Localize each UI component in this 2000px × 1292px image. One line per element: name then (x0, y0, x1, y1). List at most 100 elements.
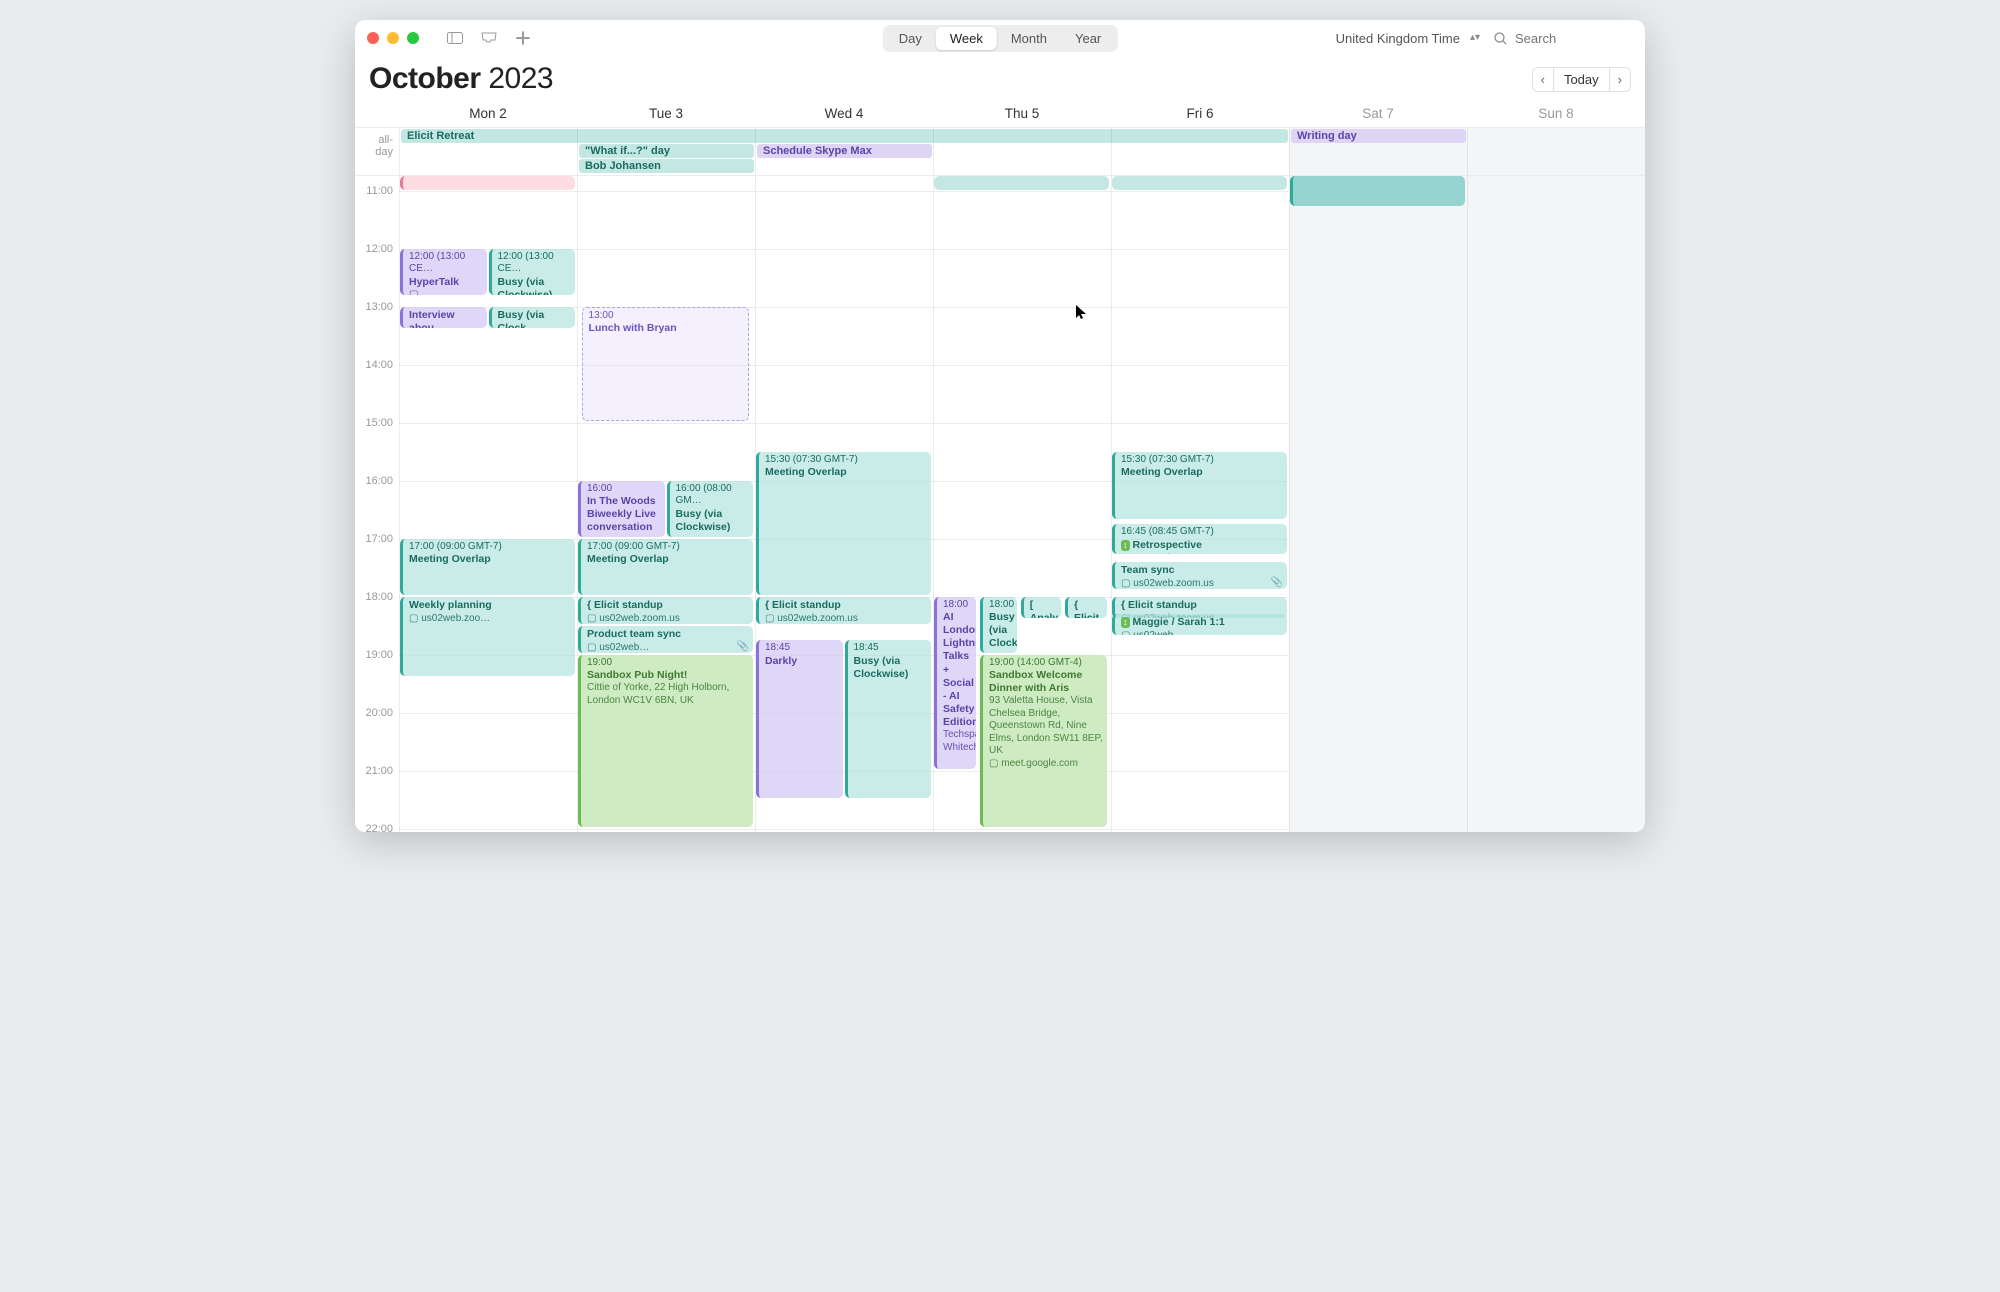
hour-label: 19:00 (365, 649, 393, 661)
allday-column[interactable] (1467, 128, 1645, 175)
allday-column[interactable] (933, 128, 1111, 175)
hour-label: 16:00 (365, 475, 393, 487)
event[interactable] (1290, 176, 1465, 206)
search-field[interactable] (1494, 30, 1633, 47)
event[interactable]: 16:45 (08:45 GMT-7)↕Retrospective ▢ us02… (1112, 524, 1287, 554)
day-header: Tue 3 (577, 100, 755, 127)
minimize-icon[interactable] (387, 32, 399, 44)
search-icon (1494, 32, 1507, 45)
event[interactable]: 13:00Lunch with Bryan (582, 307, 750, 421)
day-column[interactable]: 18:00AI London Lightning Talks + Social … (933, 176, 1111, 832)
allday-section: all-dayElicit Retreat"What if...?" dayBo… (355, 128, 1645, 176)
day-column[interactable]: 15:30 (07:30 GMT-7)Meeting Overlap 16:45 … (1111, 176, 1289, 832)
today-button[interactable]: Today (1554, 68, 1609, 91)
allday-event[interactable]: Bob Johansen (579, 159, 754, 173)
allday-label: all-day (355, 128, 399, 175)
event[interactable] (934, 176, 1109, 190)
allday-event[interactable]: Schedule Skype Max (757, 144, 932, 158)
month-year-label: October 2023 (369, 62, 553, 96)
date-nav: ‹ Today › (1532, 67, 1631, 92)
day-header: Mon 2 (399, 100, 577, 127)
hour-label: 15:00 (365, 417, 393, 429)
event[interactable]: 18:00Busy (via Clockwise) (980, 597, 1017, 653)
event[interactable]: ↕Maggie / Sarah 1:1 ▢ us02web.… (1112, 614, 1287, 635)
event[interactable]: [ Analy… (1021, 597, 1061, 618)
event[interactable]: 17:00 (09:00 GMT-7)Meeting Overlap (400, 539, 575, 595)
event[interactable]: 15:30 (07:30 GMT-7)Meeting Overlap (1112, 452, 1287, 520)
close-icon[interactable] (367, 32, 379, 44)
day-header: Fri 6 (1111, 100, 1289, 127)
day-column[interactable]: 13:00Lunch with Bryan 16:00In The Woods B… (577, 176, 755, 832)
event[interactable]: 18:00AI London Lightning Talks + Social … (934, 597, 976, 769)
event[interactable]: 16:00 (08:00 GM…Busy (via Clockwise) (667, 481, 754, 537)
day-header: Sat 7 (1289, 100, 1467, 127)
view-day[interactable]: Day (885, 27, 936, 50)
allday-column[interactable]: Schedule Skype Max (755, 128, 933, 175)
event[interactable]: Weekly planning ▢ us02web.zoo… (400, 597, 575, 676)
view-month[interactable]: Month (997, 27, 1061, 50)
hour-label: 18:00 (365, 591, 393, 603)
allday-column[interactable]: "What if...?" dayBob Johansen (577, 128, 755, 175)
time-gutter: 11:00 12:00 13:00 14:00 15:00 16:00 17:00 18:00… (355, 176, 399, 832)
zoom-icon[interactable] (407, 32, 419, 44)
chevron-updown-icon: ▴▾ (1470, 35, 1480, 41)
hour-label: 17:00 (365, 533, 393, 545)
allday-event[interactable]: "What if...?" day (579, 144, 754, 158)
day-column[interactable]: 12:00 (13:00 CE…HyperTalk▢ meet.google.c… (399, 176, 577, 832)
event[interactable]: { Elicit standup ▢ us02web.zoom.us (578, 597, 753, 624)
event[interactable]: Interview abou… (400, 307, 487, 328)
plus-icon[interactable] (515, 31, 531, 45)
titlebar: Day Week Month Year United Kingdom Time … (355, 20, 1645, 56)
allday-column[interactable]: Elicit Retreat (399, 128, 577, 175)
hour-label: 20:00 (365, 707, 393, 719)
event[interactable]: 19:00 (14:00 GMT-4)Sandbox Welcome Dinne… (980, 655, 1107, 827)
toolbar-icons (447, 31, 531, 45)
hour-label: 13:00 (365, 301, 393, 313)
event[interactable] (400, 176, 575, 190)
day-column[interactable]: 15:30 (07:30 GMT-7)Meeting Overlap{ Elic… (755, 176, 933, 832)
event[interactable]: Product team sync ▢ us02web…📎 (578, 626, 753, 653)
day-headers: Mon 2Tue 3Wed 4Thu 5Fri 6Sat 7Sun 8 (355, 100, 1645, 128)
header: October 2023 ‹ Today › (355, 56, 1645, 100)
event[interactable]: 18:45Darkly (756, 640, 843, 798)
allday-event[interactable]: Writing day (1291, 129, 1466, 143)
search-input[interactable] (1513, 30, 1633, 47)
inbox-icon[interactable] (481, 31, 497, 45)
hour-label: 11:00 (366, 185, 393, 197)
day-column[interactable] (1289, 176, 1467, 832)
event[interactable]: 18:45Busy (via Clockwise) (845, 640, 932, 798)
sidebar-toggle-icon[interactable] (447, 31, 463, 45)
event[interactable]: { Elicit standup ▢ us02web.zoom.us (756, 597, 931, 624)
event[interactable]: 19:00Sandbox Pub Night!Cittie of Yorke, … (578, 655, 753, 827)
day-column[interactable] (1467, 176, 1645, 832)
grid-scroll: 11:00 12:00 13:00 14:00 15:00 16:00 17:00 18:00… (355, 176, 1645, 832)
timezone-label: United Kingdom Time (1336, 31, 1460, 46)
hour-label: 14:00 (365, 359, 393, 371)
view-week[interactable]: Week (936, 27, 997, 50)
event[interactable]: 12:00 (13:00 CE…Busy (via Clockwise)▢ me… (489, 249, 576, 295)
timezone-select[interactable]: United Kingdom Time ▴▾ (1336, 31, 1480, 46)
event[interactable]: { Elicit… (1065, 597, 1107, 618)
prev-week-button[interactable]: ‹ (1533, 68, 1553, 91)
event[interactable]: 15:30 (07:30 GMT-7)Meeting Overlap (756, 452, 931, 595)
allday-column[interactable] (1111, 128, 1289, 175)
event[interactable]: 12:00 (13:00 CE…HyperTalk▢ meet.google.c… (400, 249, 487, 295)
year-label: 2023 (488, 62, 553, 95)
event[interactable] (1112, 176, 1287, 190)
event[interactable]: Busy (via Clock… (489, 307, 576, 328)
day-header: Thu 5 (933, 100, 1111, 127)
hour-label: 12:00 (365, 243, 393, 255)
calendar-window: Day Week Month Year United Kingdom Time … (355, 20, 1645, 832)
next-week-button[interactable]: › (1610, 68, 1630, 91)
month-label: October (369, 62, 481, 95)
event[interactable]: 16:00In The Woods Biweekly Live conversa… (578, 481, 665, 537)
allday-column[interactable]: Writing day (1289, 128, 1467, 175)
event[interactable]: 17:00 (09:00 GMT-7)Meeting Overlap (578, 539, 753, 595)
event[interactable]: Team sync ▢ us02web.zoom.us📎 (1112, 562, 1287, 589)
hour-label: 21:00 (365, 765, 393, 777)
timed-grid[interactable]: 11:00 12:00 13:00 14:00 15:00 16:00 17:00 18:00… (355, 176, 1645, 832)
hour-label: 22:00 (365, 823, 393, 833)
view-year[interactable]: Year (1061, 27, 1115, 50)
window-controls (367, 32, 419, 44)
view-segment: Day Week Month Year (883, 25, 1118, 52)
